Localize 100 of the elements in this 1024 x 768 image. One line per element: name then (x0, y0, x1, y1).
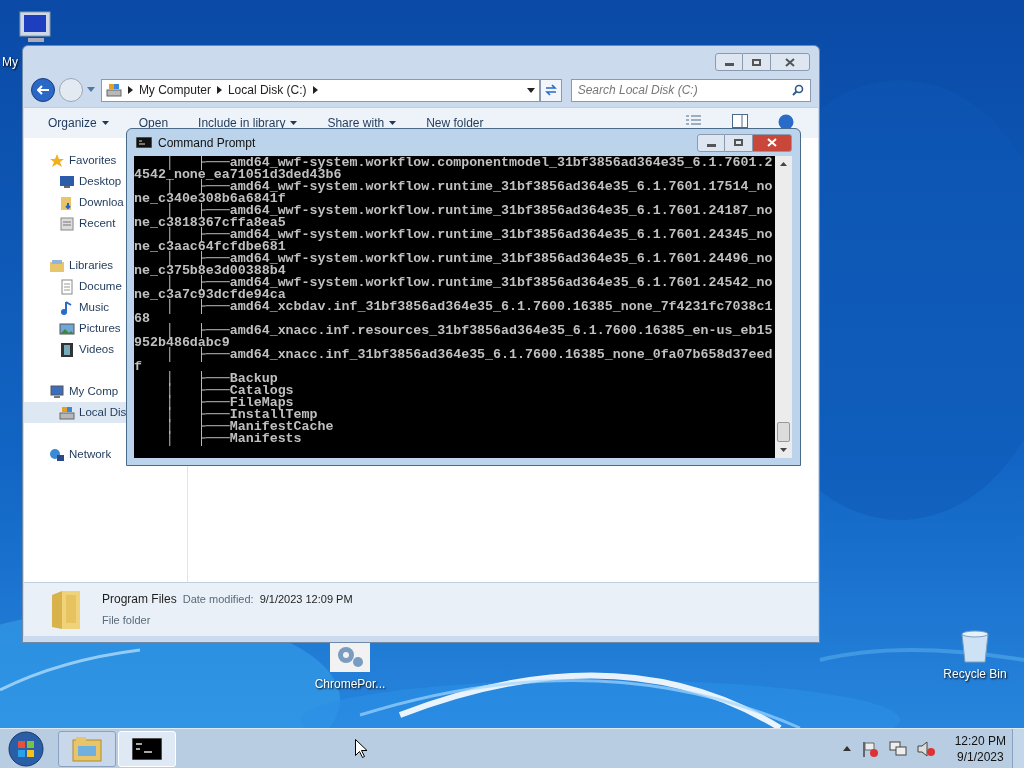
console-line: │ ├───amd64_wwf-system.workflow.runtime_31bf3856ad364e35_6.1.7601.24187_no (165, 205, 773, 217)
window-title: Command Prompt (158, 134, 257, 152)
close-button[interactable] (752, 133, 792, 152)
console-line: │ ├───amd64_xcbdav.inf_31bf3856ad364e35_6.1.7600.16385_none_7f4231fc7038c1 (165, 301, 773, 313)
icon-label: Recycle Bin (943, 668, 1007, 680)
speaker-muted-icon (916, 740, 935, 757)
console-line: │ ├───ManifestCache (164, 421, 334, 433)
file-name: Program Files (102, 591, 177, 609)
console-line: 68 (134, 313, 150, 325)
network-icon (888, 740, 907, 757)
monitor-icon (59, 173, 75, 190)
back-button[interactable] (31, 78, 55, 102)
console-line: │ ├───amd64_wwf-system.workflow.runtime_31bf3856ad364e35_6.1.7601.17514_no (165, 181, 773, 193)
chevron-right-icon (216, 86, 222, 94)
icon-label: ChromePor... (314, 678, 386, 690)
nav-item[interactable]: Pictures (24, 318, 121, 339)
toolbar-button[interactable]: Open (138, 114, 169, 132)
start-button[interactable] (6, 728, 46, 768)
caret-up-icon (780, 162, 787, 166)
drive-icon (105, 82, 122, 98)
toolbar-button[interactable]: Share with (327, 114, 397, 132)
arrow-left-icon (36, 85, 49, 95)
restore-button[interactable] (725, 133, 752, 152)
caret-icon (86, 87, 95, 93)
document-icon (59, 278, 75, 295)
console-line: │ ├───InstallTemp (164, 409, 318, 421)
network-icon (49, 446, 65, 463)
flag-icon (860, 740, 879, 757)
chevron-right-icon (312, 86, 318, 94)
nav-item[interactable]: Music (24, 297, 110, 318)
nav-item[interactable]: Desktop (24, 171, 122, 192)
breadcrumb-item[interactable]: Local Disk (C:) (227, 81, 307, 99)
console-line: │ ├───Manifests (164, 433, 302, 445)
caret-icon (389, 121, 397, 125)
console-line: ne_c3818367cffa8ea5 (134, 217, 286, 229)
close-icon (767, 138, 777, 147)
console-line: │ ├───Backup (164, 373, 278, 385)
folder-icon (49, 257, 65, 274)
view-options-icon (686, 114, 702, 126)
film-icon (59, 341, 75, 358)
console-line: ne_c375b8e3d00388b4 (134, 265, 286, 277)
console-line: 4542_none_ea71051d3ded43b6 (134, 169, 342, 181)
icon-label: My (2, 56, 18, 68)
console-line: │ ├───amd64_wwf-system.workflow.runtime_31bf3856ad364e35_6.1.7601.24345_no (165, 229, 773, 241)
nav-item[interactable]: Favorites (24, 150, 117, 171)
minimize-button[interactable] (715, 53, 743, 71)
drive-icon (59, 404, 75, 421)
clock[interactable]: 12:20 PM 9/1/2023 (954, 732, 1006, 765)
address-bar[interactable]: My Computer Local Disk (C:) (100, 78, 540, 102)
nav-item[interactable]: Network (24, 444, 112, 465)
console-line: │ ├───amd64_xnacc.inf.resources_31bf3856ad364e35_6.1.7600.16385_en-us_eb15 (165, 325, 773, 337)
property-label: Date modified: (182, 592, 254, 608)
folder-icon (72, 735, 102, 762)
nav-item[interactable]: Downloa (24, 192, 124, 213)
nav-item[interactable]: Libraries (24, 255, 114, 276)
close-button[interactable] (770, 53, 810, 71)
console-line: │ ├───Catalogs (164, 385, 294, 397)
console-line: │ ├───amd64_wwf-system.workflow.runtime_31bf3856ad364e35_6.1.7601.24496_no (165, 253, 773, 265)
console-line: ne_c3aac64fcfdbe681 (134, 241, 286, 253)
console-line: │ ├───amd64_xnacc.inf_31bf3856ad364e35_6.1.7600.16385_none_0fa07b658d37eed (164, 349, 773, 361)
console-line: │ ├───FileMaps (164, 397, 294, 409)
breadcrumb-item[interactable]: My Computer (138, 81, 211, 99)
toolbar-button[interactable]: New folder (426, 114, 484, 132)
nav-item[interactable]: Docume (24, 276, 122, 297)
star-icon (49, 152, 65, 169)
console-line: f (134, 361, 142, 373)
console-line: │ ├───amd64_wwf-system.workflow.runtime_31bf3856ad364e35_6.1.7601.24542_no (165, 277, 773, 289)
caret-down-icon (780, 448, 787, 452)
windows-orb-icon (8, 730, 44, 767)
nav-item[interactable]: Videos (24, 339, 114, 360)
console-icon (136, 137, 152, 148)
console-line: ne_c340e308b6a6841f (134, 193, 286, 205)
close-icon (785, 57, 795, 67)
minimize-button[interactable] (697, 133, 725, 152)
caret-icon (101, 121, 109, 125)
nav-item[interactable]: Local Dis (24, 402, 127, 423)
search-box[interactable]: Search Local Disk (C:) (570, 78, 811, 102)
console-icon (132, 737, 162, 760)
scrollbar[interactable] (775, 156, 792, 458)
search-icon (792, 84, 804, 96)
picture-icon (59, 320, 75, 337)
restore-button[interactable] (743, 53, 770, 71)
scroll-thumb[interactable] (777, 422, 790, 442)
nav-item[interactable]: My Comp (24, 381, 119, 402)
console-line: ne_c3a7c93dcfde94ca (134, 289, 286, 301)
refresh-icon (543, 84, 558, 96)
file-type: File folder (102, 613, 152, 629)
search-field[interactable]: Search Local Disk (C:) (577, 81, 792, 99)
property-value: 9/1/2023 12:09 PM (259, 592, 353, 608)
nav-item[interactable]: Recent (24, 213, 116, 234)
caret-icon (526, 87, 535, 93)
document-icon (59, 215, 75, 232)
refresh-button[interactable] (539, 78, 562, 102)
caret-icon (290, 121, 298, 125)
computer-icon (49, 383, 65, 400)
toolbar-button[interactable]: Include in library (198, 114, 298, 132)
recycle-bin-icon (958, 630, 992, 664)
computer-icon (18, 10, 52, 44)
folder-icon (50, 588, 82, 631)
toolbar-button[interactable]: Organize (48, 114, 109, 132)
